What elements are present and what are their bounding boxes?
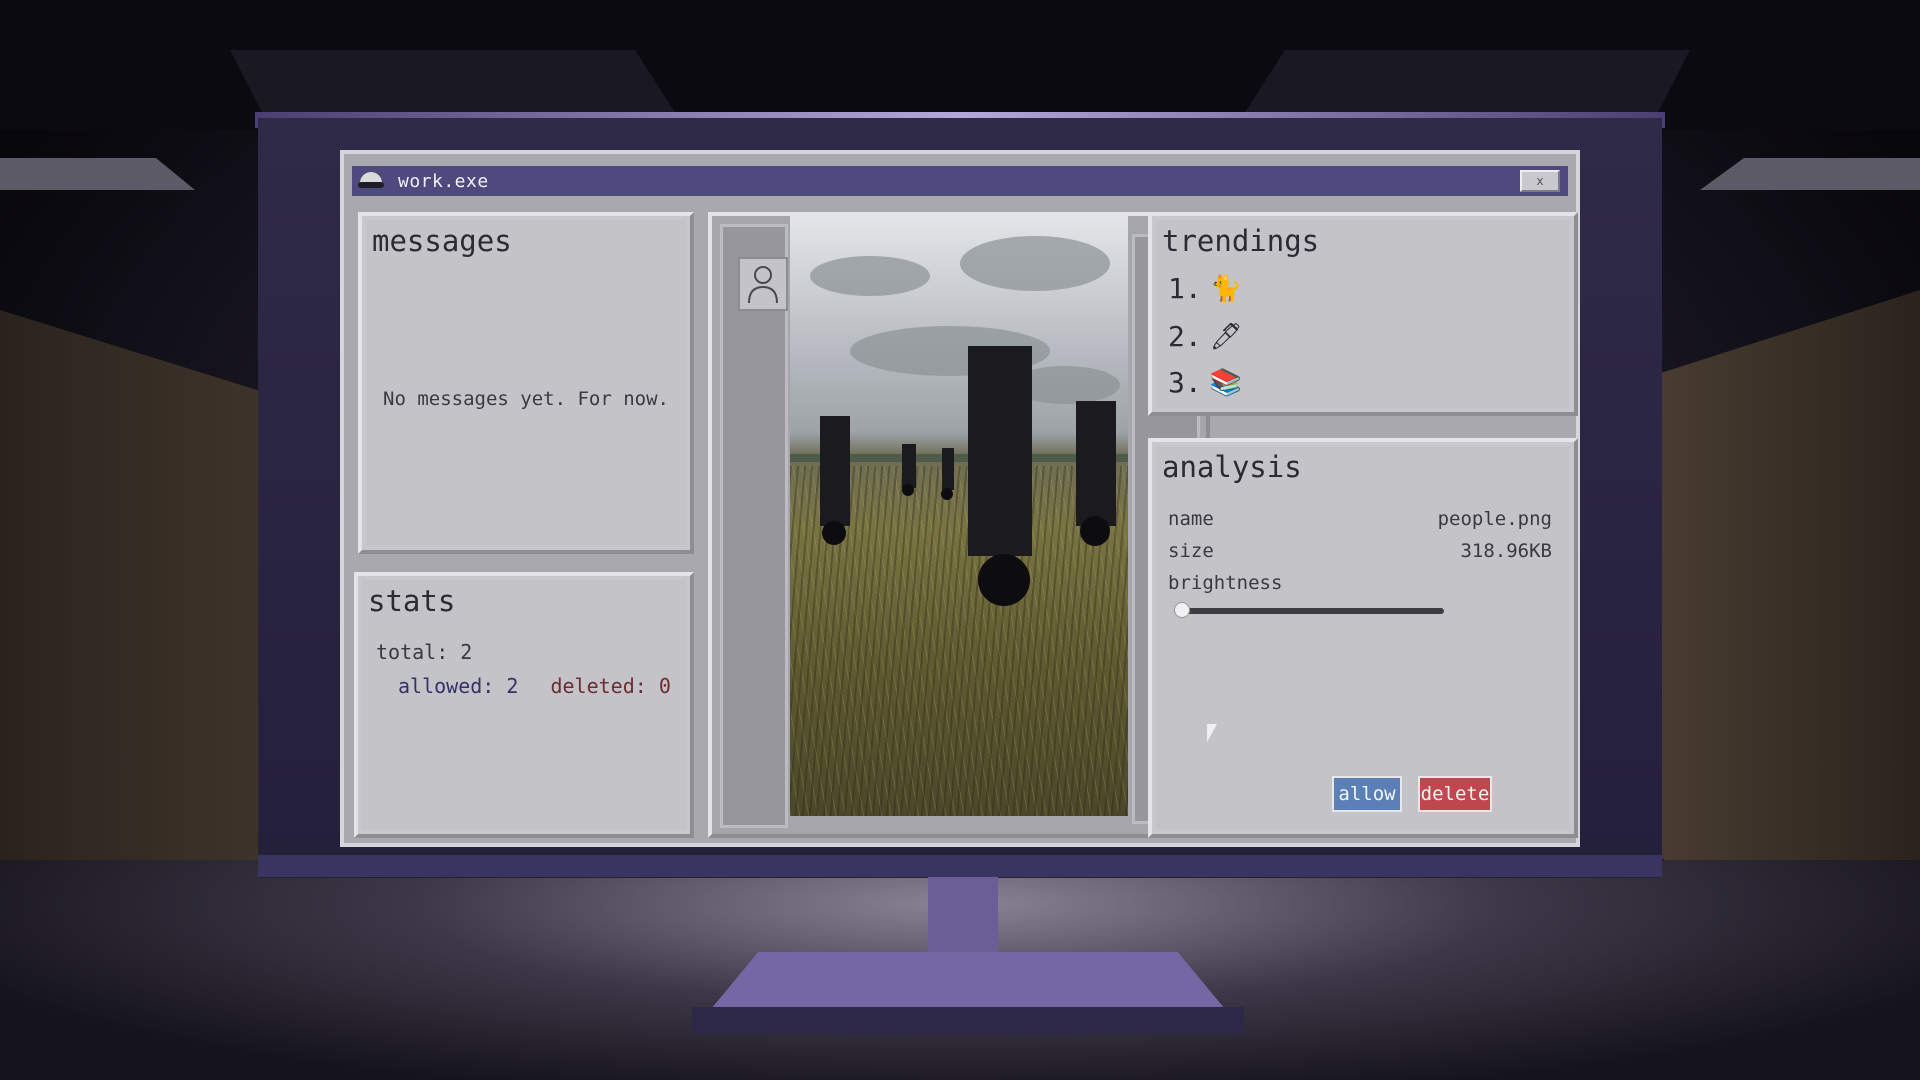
monitor-stand-front xyxy=(692,1007,1244,1034)
image-viewer xyxy=(708,212,1210,838)
analysis-name-row: name people.png xyxy=(1168,508,1552,530)
close-button[interactable]: x xyxy=(1520,170,1560,192)
messages-empty-text: No messages yet. For now. xyxy=(383,388,669,410)
analysis-brightness-row: brightness xyxy=(1168,572,1552,594)
monitor-chin xyxy=(258,855,1662,877)
monitor-stand-neck xyxy=(928,877,998,952)
brightness-slider-knob[interactable] xyxy=(1174,602,1190,618)
analysis-name-value: people.png xyxy=(1437,508,1552,530)
stats-total: total: 2 xyxy=(376,640,473,664)
analysis-size-label: size xyxy=(1168,540,1214,562)
trendings-panel: trendings 1. 🐈 2. 🖊 3. 📚 xyxy=(1148,212,1578,416)
app-icon xyxy=(358,170,384,192)
messages-heading: messages xyxy=(372,224,512,258)
analysis-panel: analysis name people.png size 318.96KB b… xyxy=(1148,438,1578,838)
trending-item: 3. 📚 xyxy=(1168,366,1242,399)
viewer-left-column xyxy=(720,224,788,828)
app-window: work.exe x messages No messages yet. For… xyxy=(340,150,1580,847)
stats-deleted: deleted: 0 xyxy=(550,674,671,698)
shelf-left xyxy=(0,158,195,190)
analysis-size-row: size 318.96KB xyxy=(1168,540,1552,562)
window-title: work.exe xyxy=(398,170,489,192)
stats-breakdown: allowed: 2 deleted: 0 xyxy=(398,674,671,698)
analysis-heading: analysis xyxy=(1162,450,1302,484)
office-scene: work.exe x messages No messages yet. For… xyxy=(0,0,1920,1080)
stats-panel: stats total: 2 allowed: 2 deleted: 0 xyxy=(354,572,694,838)
trending-item: 2. 🖊 xyxy=(1168,320,1243,353)
analysis-size-value: 318.96KB xyxy=(1460,540,1552,562)
book-icon: 📚 xyxy=(1209,367,1243,398)
trending-rank: 2. xyxy=(1168,320,1202,353)
window-titlebar[interactable]: work.exe x xyxy=(352,166,1568,196)
stats-heading: stats xyxy=(368,584,456,618)
cat-icon: 🐈 xyxy=(1209,273,1243,304)
mouse-cursor-icon xyxy=(1207,724,1217,742)
brightness-slider[interactable] xyxy=(1174,602,1444,618)
analysis-name-label: name xyxy=(1168,508,1214,530)
ceiling-panel-left xyxy=(230,50,680,120)
delete-button[interactable]: delete xyxy=(1418,776,1492,812)
stats-allowed: allowed: 2 xyxy=(398,674,519,698)
pen-icon: 🖊 xyxy=(1209,321,1243,352)
trending-item: 1. 🐈 xyxy=(1168,272,1242,305)
trendings-heading: trendings xyxy=(1162,224,1320,258)
post-image xyxy=(790,216,1128,816)
allow-button[interactable]: allow xyxy=(1332,776,1402,812)
analysis-brightness-label: brightness xyxy=(1168,572,1283,594)
messages-panel: messages No messages yet. For now. xyxy=(358,212,694,554)
shelf-right xyxy=(1700,158,1920,190)
trending-rank: 1. xyxy=(1168,272,1202,305)
ceiling-panel-right xyxy=(1240,50,1690,120)
user-avatar-icon[interactable] xyxy=(738,257,788,311)
trending-rank: 3. xyxy=(1168,366,1202,399)
